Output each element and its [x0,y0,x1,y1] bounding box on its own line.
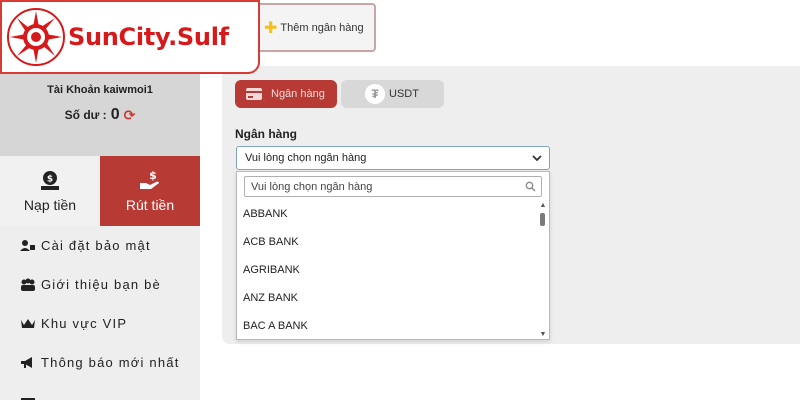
tab-usdt[interactable]: ₮ USDT [341,80,444,108]
money-bag-icon: $ [41,171,59,190]
friends-icon [20,278,36,292]
svg-text:$: $ [149,169,157,182]
brand-logo[interactable]: SunCity.Sulf [0,0,260,74]
brand-name: SunCity.Sulf [68,23,229,51]
menu-item-notifications[interactable]: Thông báo mới nhất [0,343,200,382]
bank-search-placeholder: Vui lòng chọn ngân hàng [251,180,373,193]
add-bank-label: Thêm ngân hàng [280,21,364,34]
megaphone-icon [20,356,36,370]
scroll-down-icon[interactable]: ▼ [539,331,547,338]
menu-label: Thông báo mới nhất [41,355,180,370]
bank-card-icon [246,88,262,100]
tab-bank[interactable]: Ngân hàng [235,80,337,108]
scroll-up-icon[interactable]: ▲ [539,202,547,209]
menu-item-partial[interactable] [0,382,200,400]
menu-label: Giới thiệu bạn bè [41,277,161,292]
bank-field-label: Ngân hàng [235,127,297,141]
menu-label: Cài đặt bảo mật [41,238,151,253]
sparkle-plus-icon: ✚ [264,19,278,37]
svg-text:$: $ [47,175,53,185]
balance-label: Số dư : [64,108,107,122]
menu-item-referral[interactable]: Giới thiệu bạn bè [0,265,200,304]
deposit-button[interactable]: $ Nạp tiền [0,156,100,226]
dropdown-scrollbar[interactable]: ▲ ▼ [539,202,547,338]
user-lock-icon [20,239,36,253]
balance-value: 0 [110,106,120,123]
bank-option[interactable]: AGRIBANK [237,256,542,284]
tab-bank-label: Ngân hàng [271,88,325,100]
bank-search-input[interactable]: Vui lòng chọn ngân hàng [244,176,542,197]
deposit-label: Nạp tiền [23,197,77,213]
tab-usdt-label: USDT [389,88,419,100]
balance-row: Số dư : 0 ⟳ [0,106,200,124]
refresh-icon[interactable]: ⟳ [124,107,136,124]
sun-emblem-icon [7,8,65,66]
bank-option-list: ABBANK ACB BANK AGRIBANK ANZ BANK BAC A … [237,200,542,340]
bank-option[interactable]: ACB BANK [237,228,542,256]
chevron-down-icon [532,155,542,162]
withdraw-button[interactable]: $ Rút tiền [100,156,200,226]
bank-option[interactable]: BAC A BANK [237,312,542,340]
menu-label: Khu vực VIP [41,316,128,331]
hand-money-icon: $ [140,169,159,189]
list-icon [20,388,36,400]
bank-dropdown: Vui lòng chọn ngân hàng ABBANK ACB BANK … [236,171,550,340]
bank-option[interactable]: ANZ BANK [237,284,542,312]
search-icon [525,181,536,192]
wallet-actions: $ Nạp tiền $ Rút tiền [0,156,200,226]
add-bank-tab[interactable]: ✚ Thêm ngân hàng [248,3,376,52]
bank-select-value: Vui lòng chọn ngân hàng [245,152,367,164]
tether-icon: ₮ [365,84,385,104]
vip-crown-icon [20,317,36,331]
bank-option[interactable]: ABBANK [237,200,542,228]
menu-item-vip[interactable]: Khu vực VIP [0,304,200,343]
menu-item-security[interactable]: Cài đặt bảo mật [0,226,200,265]
bank-select[interactable]: Vui lòng chọn ngân hàng [236,146,550,170]
withdraw-label: Rút tiền [125,197,175,213]
account-summary: Tài Khoản kaiwmoi1 Số dư : 0 ⟳ [0,74,200,156]
sidebar-menu: Cài đặt bảo mật Giới thiệu bạn bè Khu vự… [0,226,200,400]
scroll-thumb[interactable] [540,213,545,226]
account-name: Tài Khoản kaiwmoi1 [47,84,153,96]
